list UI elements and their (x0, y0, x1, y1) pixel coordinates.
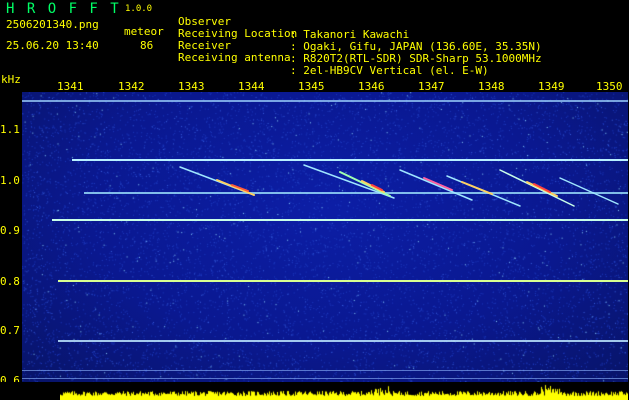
capture-type-label: meteor (124, 25, 164, 38)
y-tick: 0.7 (0, 324, 20, 337)
meteor-echo (399, 169, 473, 201)
meteor-echo (559, 177, 619, 205)
spectrogram-plot (22, 92, 628, 382)
y-tick: 1.0 (0, 174, 20, 187)
meteor-echo (339, 171, 391, 197)
meteor-echo (303, 164, 395, 199)
capture-filename: 2506201340.png (6, 18, 99, 31)
meteor-echo (461, 181, 493, 195)
meteor-echo (216, 179, 255, 196)
app-name: H R O F F T (6, 1, 121, 17)
y-tick: 1.1 (0, 123, 20, 136)
meteor-echo (499, 169, 575, 207)
activity-histogram (60, 380, 628, 400)
y-axis-unit: kHz (1, 73, 21, 86)
capture-count: 86 (140, 39, 154, 52)
spectrogram-window: H R O F F T 1.0.0 2506201340.png meteor … (0, 0, 629, 400)
capture-timestamp: 25.06.20 13:40 (6, 39, 99, 52)
y-tick: 0.8 (0, 275, 20, 288)
meteor-echo (423, 177, 453, 191)
app-version: 1.0.0 (125, 4, 153, 14)
y-tick: 0.9 (0, 224, 20, 237)
header-capture-info: H R O F F T 1.0.0 2506201340.png meteor … (0, 0, 175, 72)
meteor-echoes (179, 164, 619, 207)
